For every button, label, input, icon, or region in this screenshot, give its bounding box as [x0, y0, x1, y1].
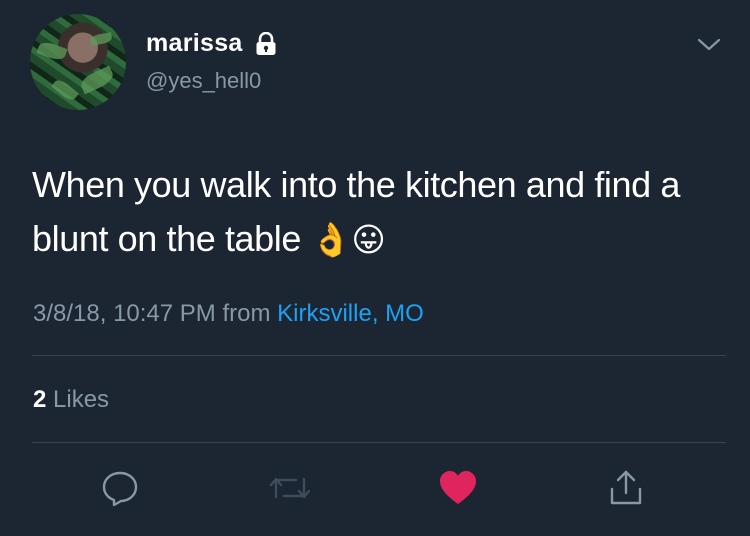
lock-icon — [256, 31, 276, 55]
likes-count[interactable]: 2 Likes — [33, 386, 109, 414]
share-icon — [610, 470, 642, 505]
retweet-icon — [269, 477, 311, 499]
share-button[interactable] — [604, 468, 648, 508]
tweet-emojis: 👌😛 — [310, 220, 386, 259]
tweet-location-link[interactable]: Kirksville, MO — [277, 300, 424, 327]
divider — [32, 355, 726, 356]
divider — [32, 442, 726, 443]
tweet-timestamp[interactable]: 3/8/18, 10:47 PM — [33, 300, 216, 327]
like-button[interactable] — [436, 468, 480, 508]
reply-button[interactable] — [98, 468, 142, 508]
display-name-text: marissa — [146, 29, 243, 57]
from-label: from — [222, 300, 271, 327]
like-count-label: Likes — [53, 386, 110, 413]
chevron-down-icon[interactable] — [696, 36, 722, 54]
tweet-metadata: 3/8/18, 10:47 PM from Kirksville, MO — [33, 300, 424, 328]
like-count-number: 2 — [33, 386, 47, 413]
display-name[interactable]: marissa — [146, 29, 277, 58]
tweet-text: When you walk into the kitchen and find … — [32, 158, 732, 267]
heart-icon — [440, 471, 476, 504]
reply-icon — [102, 471, 138, 507]
avatar[interactable] — [30, 14, 126, 110]
retweet-button[interactable] — [268, 468, 312, 508]
user-handle[interactable]: @yes_hell0 — [146, 68, 261, 94]
